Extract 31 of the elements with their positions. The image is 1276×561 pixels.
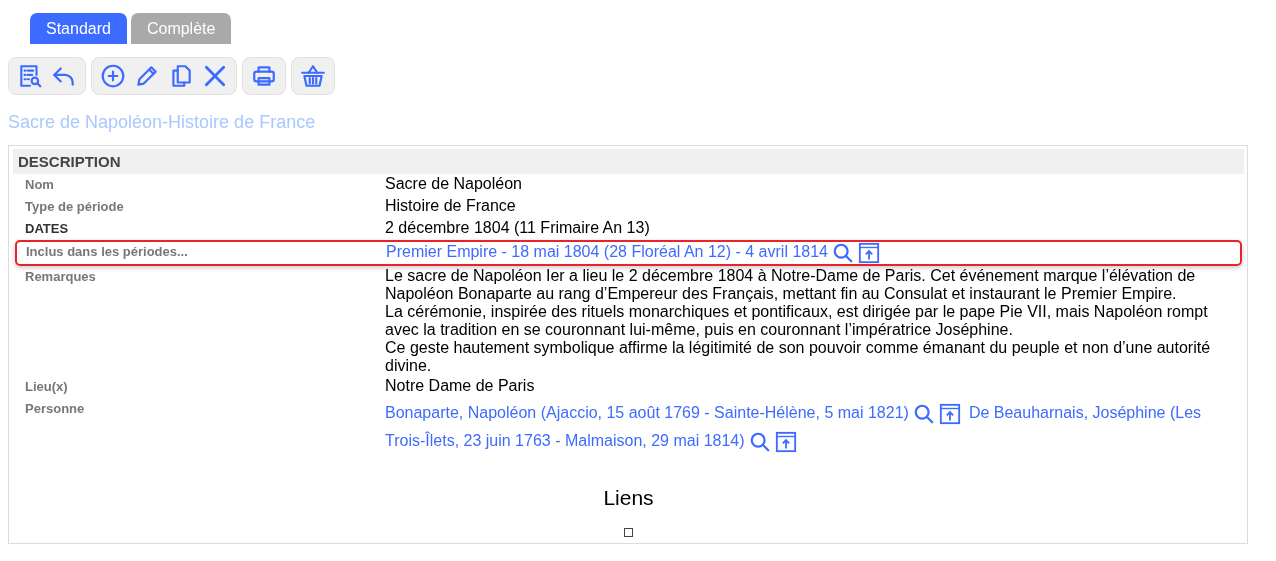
field-label: Personne xyxy=(24,400,86,418)
section-title: Liens xyxy=(602,486,655,510)
field-label: Nom xyxy=(24,176,55,194)
field-label: Remarques xyxy=(24,268,97,286)
checkbox[interactable] xyxy=(624,528,633,537)
field-value: 2 décembre 1804 (11 Frimaire An 13) xyxy=(385,219,650,236)
remark-paragraph: Le sacre de Napoléon Ier a lieu le 2 décembre 1804 à Notre-Dame de Paris. Cet événement marque l’élévation de Napoléon Bonaparte au rang d’Empereur des Français, mettant fin au Consulat et instaurant le Premier Empire. xyxy=(385,267,1197,303)
open-window-icon[interactable] xyxy=(774,430,797,453)
remark-paragraph: Ce geste hautement symbolique affirme la légitimité de son pouvoir comme émanant du peuple et non d’une autorité divine. xyxy=(385,339,1211,375)
search-icon[interactable] xyxy=(748,430,771,453)
tab[interactable]: Complète xyxy=(130,13,232,44)
section-header: DESCRIPTION xyxy=(13,149,1244,174)
link[interactable]: Trois-Îlets, 23 juin 1763 - Malmaison, 29 mai 1814) xyxy=(385,432,745,449)
field-value: Notre Dame de Paris xyxy=(385,377,535,394)
field-label: DATES xyxy=(24,220,70,238)
field-label: Inclus dans les périodes... xyxy=(25,243,189,261)
link[interactable]: Bonaparte, Napoléon (Ajaccio, 15 août 1769 - Sainte-Hélène, 5 mai 1821) xyxy=(385,404,909,421)
page-title: Sacre de Napoléon-Histoire de France xyxy=(8,112,317,133)
field-value: Sacre de Napoléon xyxy=(385,175,522,192)
remark-paragraph: La cérémonie, inspirée des rituels monarchiques et pontificaux, est dirigée par le pape Pie VII, mais Napoléon rompt avec la tradition en se couronnant lui-même, puis en couronnant l’impératrice Joséphine. xyxy=(385,303,1209,339)
field-label: Type de période xyxy=(24,198,125,216)
search-icon[interactable] xyxy=(912,402,935,425)
search-icon[interactable] xyxy=(832,242,854,264)
field-value: Histoire de France xyxy=(385,197,516,214)
open-window-icon[interactable] xyxy=(938,402,961,425)
field-label: Lieu(x) xyxy=(24,378,69,396)
link[interactable]: Premier Empire - 18 mai 1804 (28 Floréal An 12) - 4 avril 1814 xyxy=(386,243,828,261)
tab[interactable]: Standard xyxy=(30,13,127,44)
link[interactable]: De Beauharnais, Joséphine (Les xyxy=(968,404,1202,421)
basket-icon[interactable] xyxy=(298,63,328,89)
open-window-icon[interactable] xyxy=(858,242,880,264)
